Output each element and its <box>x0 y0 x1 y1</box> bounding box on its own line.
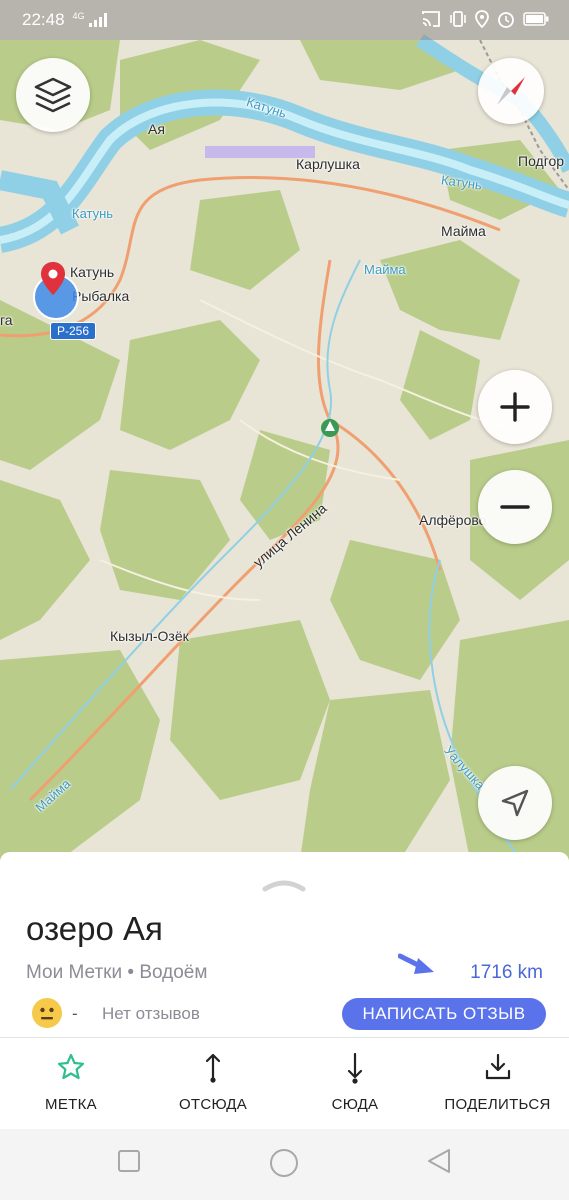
download-share-icon <box>485 1053 510 1080</box>
from-here-label: ОТСЮДА <box>178 1096 248 1113</box>
status-time: 22:48 <box>22 10 65 29</box>
share-button[interactable]: ПОДЕЛИТЬСЯ <box>440 1038 555 1130</box>
place-category: Мои Метки • Водоём <box>26 962 208 983</box>
mark-button[interactable]: МЕТКА <box>26 1038 116 1130</box>
sheet-handle-chevron-up-icon[interactable] <box>262 878 306 892</box>
route-from-icon <box>205 1053 221 1083</box>
place-title: озеро Ая <box>26 910 163 947</box>
my-location-button[interactable] <box>478 766 552 840</box>
zoom-in-button[interactable] <box>478 370 552 444</box>
compass-icon <box>497 77 525 105</box>
map-label-katun-river-left: Катунь <box>72 206 114 221</box>
zoom-out-button[interactable] <box>478 470 552 544</box>
to-here-label: СЮДА <box>331 1096 379 1113</box>
rating-value: - <box>72 1004 78 1023</box>
map-label-mayma-river-top: Майма <box>364 262 406 277</box>
back-icon[interactable] <box>425 1147 453 1175</box>
navigation-arrow-icon <box>501 789 529 817</box>
map-label-edge-ga: га <box>0 312 13 328</box>
status-icons <box>421 10 549 28</box>
map-label-karlushka: Карлушка <box>296 156 360 172</box>
pointing-arrow-icon <box>398 953 434 974</box>
place-actions-bar: МЕТКА ОТСЮДА СЮДА ПОДЕЛИТЬСЯ <box>0 1037 569 1129</box>
cast-icon <box>422 11 440 27</box>
minus-icon <box>500 505 530 509</box>
map-label-alferovo: Алфёрово <box>419 512 487 528</box>
map-terrain <box>0 34 569 860</box>
route-to-icon <box>347 1052 363 1084</box>
distance-value: 1716 km <box>470 962 543 983</box>
road-badge: Р-256 <box>50 322 97 340</box>
alarm-icon <box>498 12 514 28</box>
map-label-mayma-town: Майма <box>441 223 486 239</box>
place-pin-icon[interactable] <box>40 262 66 296</box>
layers-button[interactable] <box>16 58 90 132</box>
layers-icon <box>34 77 72 113</box>
recent-apps-icon[interactable] <box>117 1149 141 1173</box>
location-icon <box>475 10 489 28</box>
signal-icon <box>88 13 107 27</box>
compass-button[interactable] <box>478 58 544 124</box>
battery-icon <box>523 12 549 26</box>
mark-label: МЕТКА <box>45 1096 97 1113</box>
place-info-sheet[interactable]: озеро Ая Мои Метки • Водоём 1716 km - Не… <box>0 852 569 1037</box>
route-from-here-button[interactable]: ОТСЮДА <box>163 1038 263 1130</box>
map-label-aya: Ая <box>148 121 165 137</box>
vibrate-icon <box>450 11 466 27</box>
map-label-rybalka: Рыбалка <box>72 288 130 304</box>
map-label-podgor: Подгор <box>518 153 565 169</box>
neutral-face-icon <box>32 998 62 1028</box>
share-label: ПОДЕЛИТЬСЯ <box>444 1096 551 1113</box>
map-view[interactable]: Ая Карлушка Подгор Катунь Катунь Катунь … <box>0 0 569 860</box>
network-type: 4G <box>72 10 85 21</box>
home-icon[interactable] <box>268 1147 300 1179</box>
map-label-kyzyl-ozek: Кызыл-Озёк <box>110 628 189 644</box>
route-to-here-button[interactable]: СЮДА <box>310 1038 400 1130</box>
star-icon <box>57 1053 85 1080</box>
signal-indicator: 4G <box>72 10 107 27</box>
plus-icon <box>500 392 530 422</box>
reviews-count: Нет отзывов <box>102 1004 200 1023</box>
status-bar: 22:48 4G <box>0 0 569 40</box>
write-review-button[interactable]: НАПИСАТЬ ОТЗЫВ <box>342 998 546 1030</box>
system-nav-bar <box>0 1129 569 1200</box>
map-label-katun-village: Катунь <box>70 264 115 280</box>
